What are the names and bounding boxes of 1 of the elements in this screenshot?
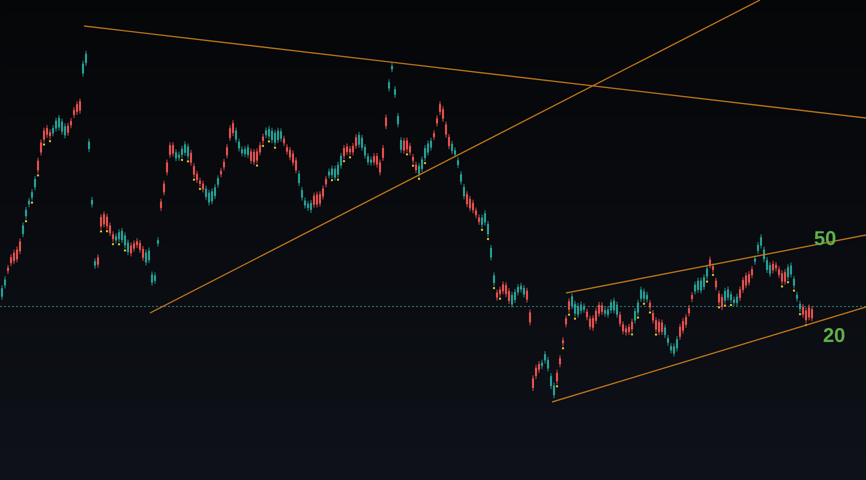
level-label: 20 — [823, 326, 846, 346]
